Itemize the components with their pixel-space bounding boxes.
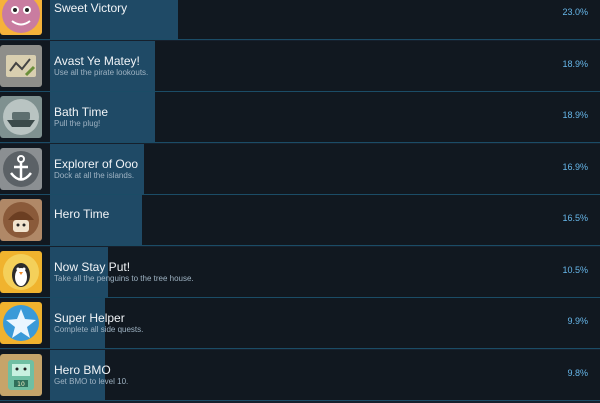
- bmo-icon: 10: [0, 353, 42, 396]
- unlock-percent: 16.5%: [562, 213, 588, 223]
- unlock-percent: 9.8%: [567, 367, 588, 378]
- achievement-description: Take all the penguins to the tree house.: [54, 273, 194, 283]
- achievement-row[interactable]: Explorer of Ooo Dock at all the islands. 1…: [0, 143, 600, 195]
- achievement-row[interactable]: Avast Ye Matey! Use all the pirate lookou…: [0, 40, 600, 92]
- achievement-title: Super Helper: [54, 311, 125, 325]
- achievement-row[interactable]: Hero Time 16.5%: [0, 195, 600, 246]
- achievement-panel: Super Helper Complete all side quests. 9.9…: [50, 298, 600, 348]
- achievement-row[interactable]: Now Stay Put! Take all the penguins to th…: [0, 246, 600, 298]
- achievement-description: Use all the pirate lookouts.: [54, 67, 149, 77]
- unlock-percent: 9.9%: [567, 316, 588, 326]
- achievement-title: Hero BMO: [54, 362, 111, 377]
- achievement-description: Complete all side quests.: [54, 325, 144, 334]
- achievement-panel: Now Stay Put! Take all the penguins to th…: [50, 246, 600, 297]
- achievement-panel: Explorer of Ooo Dock at all the islands. 1…: [50, 143, 600, 194]
- achievement-description: Dock at all the islands.: [54, 170, 135, 180]
- hero-face-icon: [0, 199, 42, 241]
- penguin-icon: [0, 250, 42, 293]
- achievement-row[interactable]: 10 Hero BMO Get BMO to level 10. 9.8%: [0, 349, 600, 401]
- achievement-description: Get BMO to level 10.: [54, 376, 129, 386]
- achievement-title: Sweet Victory: [54, 1, 128, 15]
- achievement-title: Now Stay Put!: [54, 259, 131, 274]
- achievement-title: Hero Time: [54, 207, 110, 221]
- achievement-row[interactable]: Bath Time Pull the plug! 18.9%: [0, 92, 600, 143]
- achievement-row[interactable]: Super Helper Complete all side quests. 9.9…: [0, 298, 600, 349]
- star-icon: [0, 302, 42, 344]
- achievement-panel: Avast Ye Matey! Use all the pirate lookou…: [50, 40, 600, 91]
- achievement-title: Bath Time: [54, 105, 109, 119]
- unlock-percent: 10.5%: [562, 264, 588, 275]
- achievement-list: Sweet Victory 23.0% Avast Ye Matey! Use all…: [0, 0, 600, 403]
- treasure-map-icon: [0, 44, 42, 87]
- achievement-title: Avast Ye Matey!: [54, 53, 140, 68]
- unlock-percent: 18.9%: [562, 110, 588, 120]
- unlock-percent: 23.0%: [562, 7, 588, 17]
- achievement-panel: Sweet Victory 23.0%: [50, 0, 600, 39]
- svg-text:10: 10: [17, 381, 25, 388]
- unlock-percent: 18.9%: [562, 58, 588, 69]
- cupcake-icon: [0, 0, 42, 35]
- achievement-panel: Hero BMO Get BMO to level 10. 9.8%: [50, 349, 600, 400]
- unlock-percent: 16.9%: [562, 161, 588, 172]
- achievement-title: Explorer of Ooo: [54, 156, 139, 171]
- ship-icon: [0, 96, 42, 138]
- achievement-panel: Bath Time Pull the plug! 18.9%: [50, 92, 600, 142]
- achievement-row[interactable]: Sweet Victory 23.0%: [0, 0, 600, 40]
- anchor-icon: [0, 147, 42, 190]
- achievement-description: Pull the plug!: [54, 119, 101, 128]
- achievement-panel: Hero Time 16.5%: [50, 195, 600, 245]
